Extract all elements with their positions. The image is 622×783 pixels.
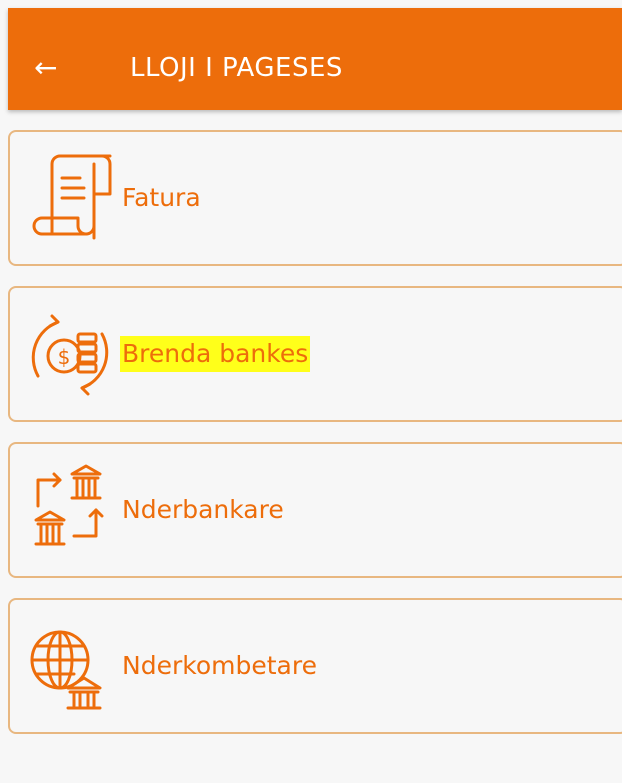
page-title: LLOJI I PAGESES xyxy=(130,53,343,83)
top-app-bar: ← LLOJI I PAGESES xyxy=(8,8,622,110)
coins-exchange-icon: $ xyxy=(22,306,118,404)
back-arrow-icon[interactable]: ← xyxy=(34,50,78,86)
item-label-fatura: Fatura xyxy=(122,183,201,212)
payment-type-fatura[interactable]: Fatura xyxy=(8,130,622,266)
payment-type-brenda-bankes[interactable]: $ Brenda bankes xyxy=(8,286,622,422)
item-label-nderkombetare: Nderkombetare xyxy=(122,651,317,680)
payment-type-nderkombetare[interactable]: Nderkombetare xyxy=(8,598,622,734)
svg-text:$: $ xyxy=(58,345,71,369)
globe-bank-icon xyxy=(22,618,118,716)
item-label-brenda-bankes: Brenda bankes xyxy=(120,336,311,372)
payment-type-nderbankare[interactable]: Nderbankare xyxy=(8,442,622,578)
interbank-transfer-icon xyxy=(22,462,118,560)
bill-receipt-icon xyxy=(22,150,118,248)
item-label-nderbankare: Nderbankare xyxy=(122,495,284,524)
